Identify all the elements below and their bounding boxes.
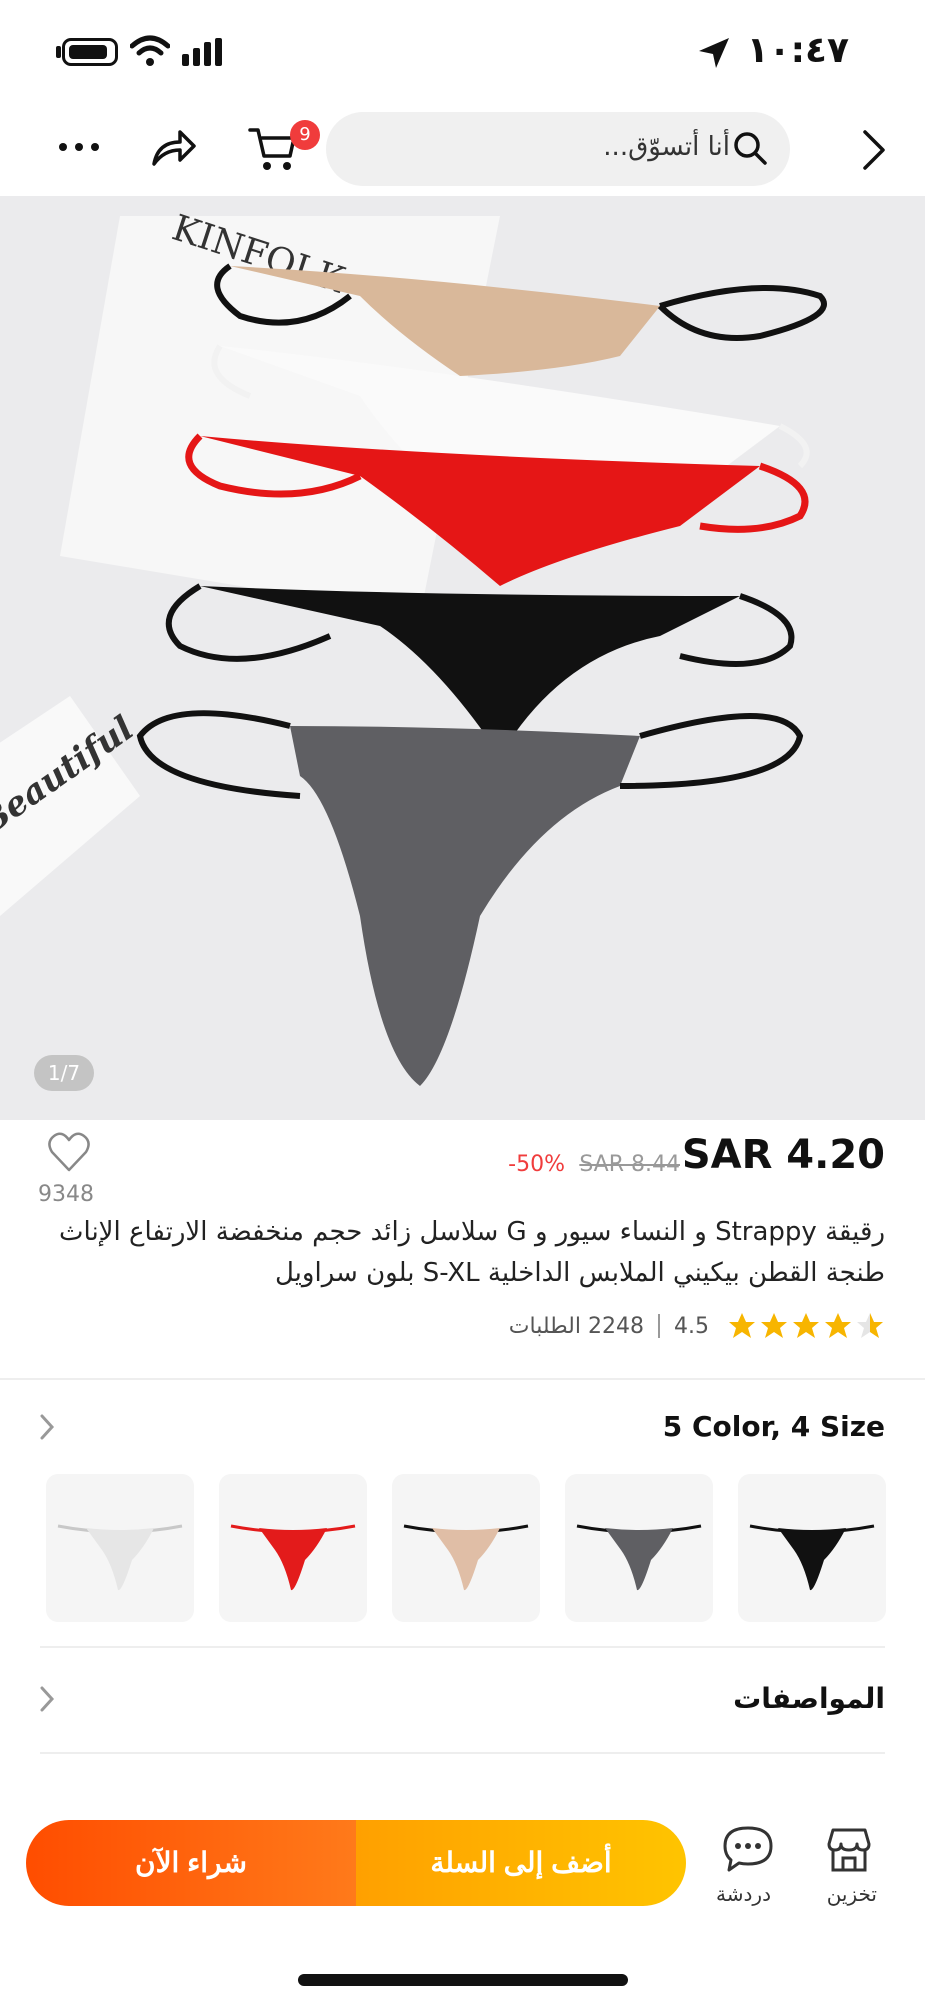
chevron-right-icon[interactable]	[851, 126, 895, 174]
search-input[interactable]: أنا أتسوّق...	[326, 112, 790, 186]
star-icon	[825, 1313, 851, 1338]
divider	[40, 1646, 885, 1648]
price: SAR 4.20	[681, 1132, 885, 1178]
swatch-image	[576, 1524, 702, 1591]
bottom-action-bar: تخزين دردشة شراء الآن أضف إلى السلة	[0, 1800, 925, 2000]
swatch-red[interactable]	[219, 1474, 367, 1622]
original-price: SAR 8.44	[579, 1152, 680, 1177]
status-bar: ١٠:٤٧	[0, 0, 925, 100]
buy-now-button[interactable]: شراء الآن	[26, 1820, 356, 1906]
rating-value: 4.5	[674, 1313, 709, 1339]
chat-icon[interactable]	[721, 1824, 775, 1874]
home-indicator	[298, 1974, 628, 1986]
more-icon[interactable]	[56, 132, 102, 162]
swatch-grey[interactable]	[565, 1474, 713, 1622]
store-label: تخزين	[826, 1882, 877, 1906]
store-icon[interactable]	[823, 1824, 875, 1876]
image-counter: 1/7	[34, 1055, 94, 1091]
swatch-shape	[86, 1528, 154, 1591]
cart-badge: 9	[290, 120, 320, 150]
star-half-icon	[857, 1313, 883, 1338]
swatch-image	[57, 1524, 183, 1591]
specs-title[interactable]: المواصفات	[733, 1682, 885, 1715]
add-to-cart-button[interactable]: أضف إلى السلة	[356, 1820, 686, 1906]
chevron-left-icon[interactable]	[36, 1412, 56, 1442]
swatch-black[interactable]	[738, 1474, 886, 1622]
heart-icon[interactable]	[46, 1130, 92, 1174]
product-photo: KINFOLK Beautiful	[0, 196, 925, 1120]
rating-stars	[725, 1311, 885, 1341]
signal-icon	[182, 38, 222, 66]
swatch-shape	[605, 1528, 673, 1591]
star-icon	[761, 1313, 787, 1338]
swatch-image	[403, 1524, 529, 1591]
location-arrow-icon	[699, 38, 729, 68]
swatch-shape	[259, 1528, 327, 1591]
orders-count: 2248 الطلبات	[508, 1313, 644, 1339]
battery-tip	[56, 46, 61, 58]
share-icon[interactable]	[150, 126, 198, 170]
variants-title[interactable]: 5 Color, 4 Size	[663, 1410, 885, 1443]
chevron-left-icon[interactable]	[36, 1684, 56, 1714]
star-icon	[729, 1313, 755, 1338]
top-nav: 9 أنا أتسوّق...	[0, 110, 925, 190]
color-swatches	[46, 1474, 886, 1622]
battery-icon	[62, 38, 118, 66]
search-icon	[734, 132, 767, 165]
swatch-beige[interactable]	[392, 1474, 540, 1622]
status-time: ١٠:٤٧	[746, 30, 849, 71]
swatch-image	[749, 1524, 875, 1591]
star-icon	[793, 1313, 819, 1338]
swatch-shape	[778, 1528, 846, 1591]
separator	[658, 1314, 660, 1338]
product-title: رقيقة Strappy و النساء سيور و G سلاسل زا…	[59, 1217, 885, 1288]
swatch-image	[230, 1524, 356, 1591]
swatch-shape	[432, 1528, 500, 1591]
swatch-white[interactable]	[46, 1474, 194, 1622]
divider	[40, 1752, 885, 1754]
search-placeholder: أنا أتسوّق...	[603, 132, 730, 162]
favorites-count: 9348	[38, 1182, 94, 1207]
chat-label: دردشة	[716, 1882, 771, 1906]
product-image[interactable]: KINFOLK Beautiful	[0, 196, 925, 1120]
wifi-icon	[130, 35, 170, 66]
rating-row[interactable]: 4.5 2248 الطلبات	[509, 1306, 885, 1346]
discount-badge: -50%	[508, 1152, 565, 1177]
divider	[0, 1378, 925, 1380]
